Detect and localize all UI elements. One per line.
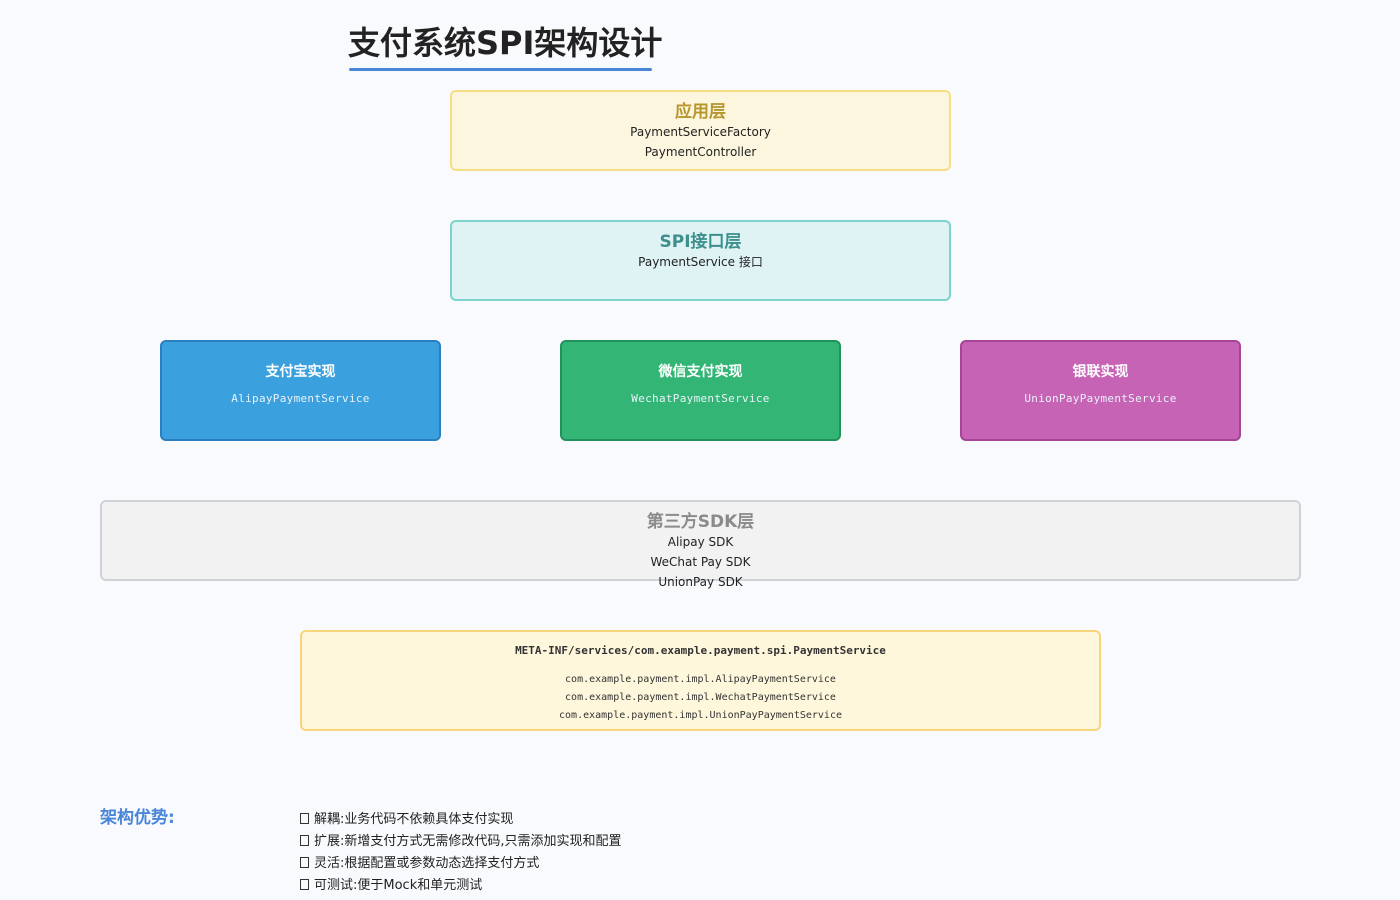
spi-config-file-box: META-INF/services/com.example.payment.sp… (300, 630, 1101, 731)
advantage-text: 解耦:业务代码不依赖具体支付实现 (314, 812, 514, 827)
spi-config-lines: com.example.payment.impl.AlipayPaymentSe… (302, 671, 1099, 725)
checkbox-icon (300, 857, 309, 868)
page-title: 支付系统SPI架构设计 (348, 24, 663, 62)
spi-interface-layer-box: SPI接口层 PaymentService 接口 (450, 220, 951, 301)
spi-config-line: com.example.payment.impl.WechatPaymentSe… (565, 692, 836, 703)
wechat-impl-class: WechatPaymentService (631, 392, 770, 405)
advantage-text: 灵活:根据配置或参数动态选择支付方式 (314, 856, 540, 871)
sdk-layer-item: WeChat Pay SDK (650, 555, 751, 569)
alipay-implementation-box: 支付宝实现 AlipayPaymentService (160, 340, 441, 441)
advantages-title: 架构优势: (100, 808, 175, 828)
spi-config-line: com.example.payment.impl.AlipayPaymentSe… (565, 674, 836, 685)
wechat-impl-title: 微信支付实现 (658, 364, 743, 380)
alipay-impl-title: 支付宝实现 (265, 364, 336, 380)
third-party-sdk-layer-box: 第三方SDK层 Alipay SDK WeChat Pay SDK UnionP… (100, 500, 1301, 589)
advantage-text: 可测试:便于Mock和单元测试 (314, 878, 483, 893)
application-layer-item: PaymentController (644, 145, 757, 159)
application-layer-title: 应用层 (675, 102, 726, 122)
checkbox-icon (300, 835, 309, 846)
alipay-impl-class: AlipayPaymentService (231, 392, 370, 405)
checkbox-icon (300, 879, 309, 890)
checkbox-icon (300, 813, 309, 824)
advantages-list: 解耦:业务代码不依赖具体支付实现 扩展:新增支付方式无需修改代码,只需添加实现和… (300, 809, 622, 897)
sdk-layer-item: Alipay SDK (667, 535, 734, 549)
unionpay-impl-class: UnionPayPaymentService (1024, 392, 1177, 405)
advantage-item: 可测试:便于Mock和单元测试 (300, 875, 622, 897)
application-layer-item: PaymentServiceFactory (630, 125, 771, 139)
advantage-text: 扩展:新增支付方式无需修改代码,只需添加实现和配置 (314, 834, 622, 849)
spi-layer-item: PaymentService 接口 (638, 255, 763, 269)
advantage-item: 扩展:新增支付方式无需修改代码,只需添加实现和配置 (300, 831, 622, 853)
spi-config-line: com.example.payment.impl.UnionPayPayment… (559, 710, 842, 721)
wechat-implementation-box: 微信支付实现 WechatPaymentService (560, 340, 841, 441)
advantage-item: 灵活:根据配置或参数动态选择支付方式 (300, 853, 622, 875)
application-layer-box: 应用层 PaymentServiceFactory PaymentControl… (450, 90, 951, 171)
unionpay-impl-title: 银联实现 (1072, 364, 1129, 380)
sdk-layer-title: 第三方SDK层 (646, 512, 755, 532)
sdk-layer-item: UnionPay SDK (658, 575, 743, 589)
title-underline (349, 68, 652, 71)
spi-config-file-path: META-INF/services/com.example.payment.sp… (515, 644, 886, 657)
unionpay-implementation-box: 银联实现 UnionPayPaymentService (960, 340, 1241, 441)
advantage-item: 解耦:业务代码不依赖具体支付实现 (300, 809, 622, 831)
spi-layer-title: SPI接口层 (659, 232, 742, 252)
